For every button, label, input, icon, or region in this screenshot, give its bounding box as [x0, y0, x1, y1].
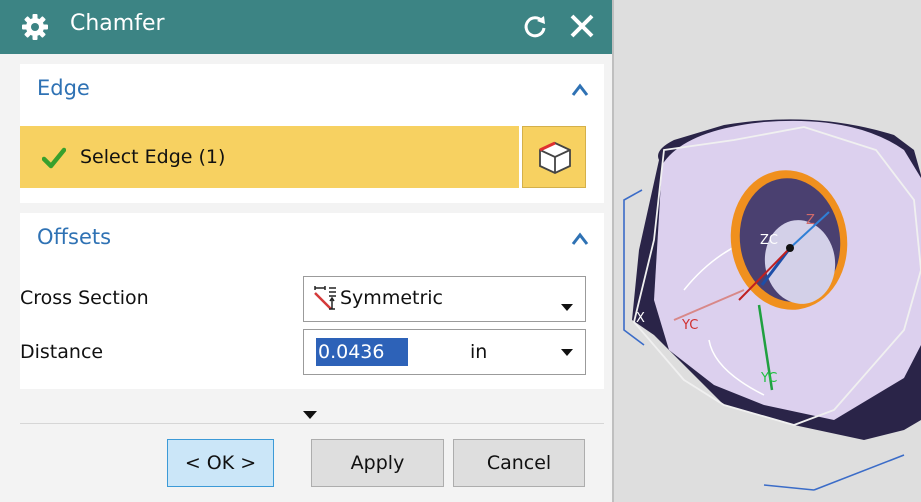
select-edge-row[interactable]: Select Edge (1): [20, 126, 519, 188]
footer-divider: [20, 423, 604, 424]
chevron-down-icon: [561, 349, 573, 356]
hex-nut-model: [623, 119, 921, 491]
distance-input[interactable]: 0.0436: [316, 338, 408, 366]
chevron-down-icon: [561, 296, 573, 315]
apply-button[interactable]: Apply: [311, 439, 444, 487]
axis-label-x: X: [636, 311, 645, 326]
chevron-up-icon[interactable]: [571, 231, 589, 250]
distance-label: Distance: [20, 341, 104, 363]
distance-unit[interactable]: in: [470, 341, 487, 363]
reset-icon[interactable]: [520, 12, 550, 46]
axis-label-z: Z: [806, 213, 815, 228]
gear-icon: [20, 12, 50, 46]
cross-section-dropdown[interactable]: Symmetric: [303, 276, 586, 322]
chamfer-dialog: Chamfer Edge Select Edge (1) Offsets Cro…: [0, 0, 614, 502]
select-edge-label: Select Edge (1): [80, 146, 226, 168]
graphics-viewport[interactable]: ZC Z YC YC X: [614, 0, 921, 502]
unit-dropdown[interactable]: [545, 330, 585, 374]
axis-label-yc-red: YC: [682, 318, 699, 333]
axis-label-zc: ZC: [760, 233, 778, 248]
close-icon[interactable]: [566, 10, 598, 46]
symmetric-icon: [314, 285, 338, 315]
cube-edge-icon: [539, 141, 571, 174]
cross-section-value: Symmetric: [340, 287, 443, 309]
ok-button[interactable]: < OK >: [167, 439, 274, 487]
cross-section-label: Cross Section: [20, 287, 149, 309]
title-bar[interactable]: Chamfer: [0, 0, 612, 54]
checkmark-icon: [41, 147, 67, 173]
offsets-section-header: Offsets: [37, 225, 112, 249]
edge-section-header: Edge: [37, 76, 90, 100]
axis-label-yc-green: YC: [761, 371, 778, 386]
edge-select-button[interactable]: [522, 126, 586, 188]
distance-field: 0.0436 in: [303, 329, 586, 375]
dialog-title: Chamfer: [70, 11, 165, 36]
chevron-up-icon[interactable]: [571, 82, 589, 101]
cancel-button[interactable]: Cancel: [453, 439, 585, 487]
expand-more-icon[interactable]: [303, 404, 317, 423]
